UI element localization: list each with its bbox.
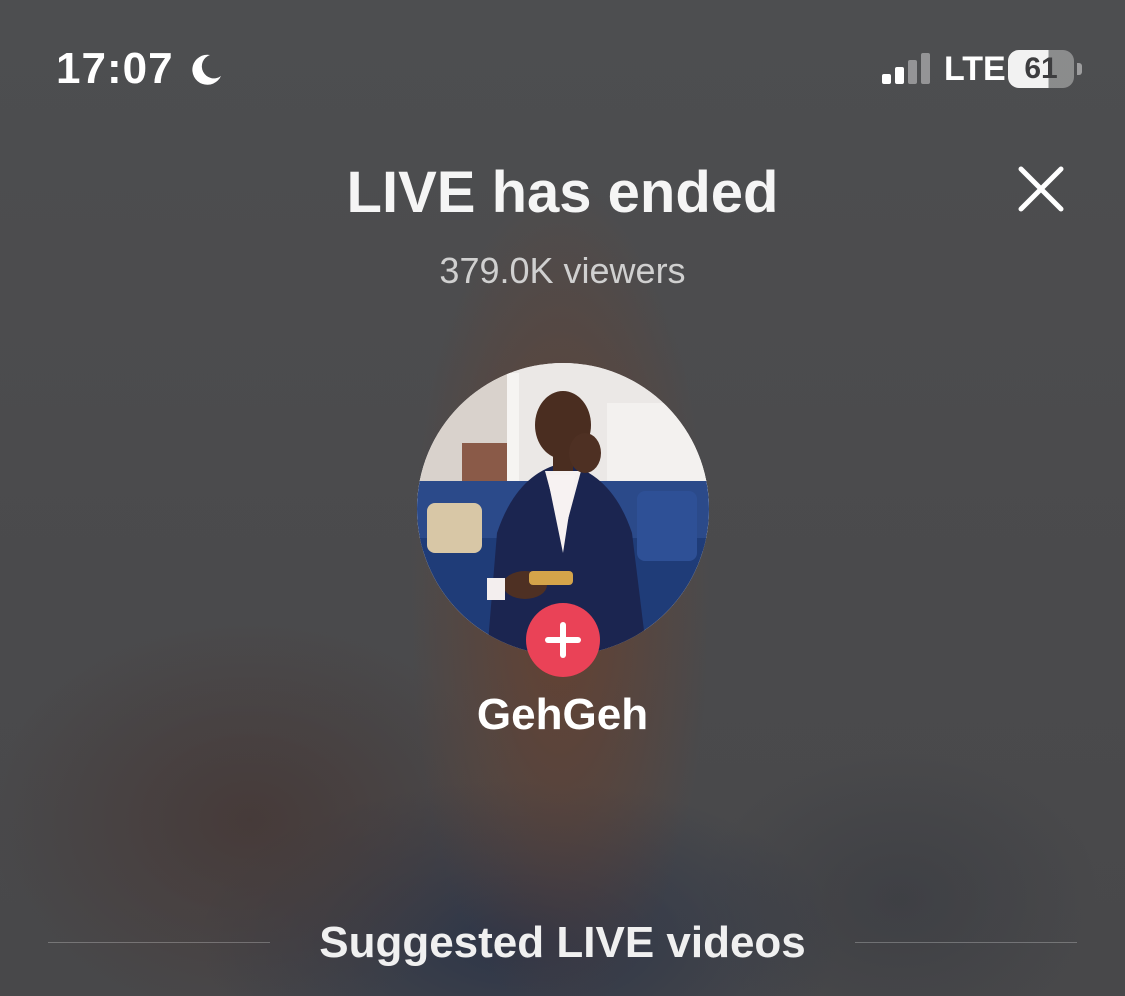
follow-button[interactable] — [526, 603, 600, 677]
network-type: LTE — [944, 50, 1006, 88]
battery-level: 61 — [1024, 52, 1058, 85]
cellular-signal-icon — [882, 53, 930, 84]
viewer-count: 379.0K viewers — [439, 250, 686, 291]
live-ended-screen: 17:07 LTE 61 LIVE has ended 379.0K viewe… — [0, 0, 1125, 996]
page-title: LIVE has ended — [346, 160, 779, 225]
battery-nub — [1077, 63, 1082, 75]
status-time: 17:07 — [56, 44, 174, 93]
moon-icon — [192, 54, 221, 85]
suggested-heading: Suggested LIVE videos — [319, 918, 806, 967]
username[interactable]: GehGeh — [0, 688, 1125, 742]
battery-icon: 61 — [1008, 50, 1074, 88]
plus-icon — [545, 622, 581, 658]
close-icon[interactable] — [1012, 160, 1070, 218]
